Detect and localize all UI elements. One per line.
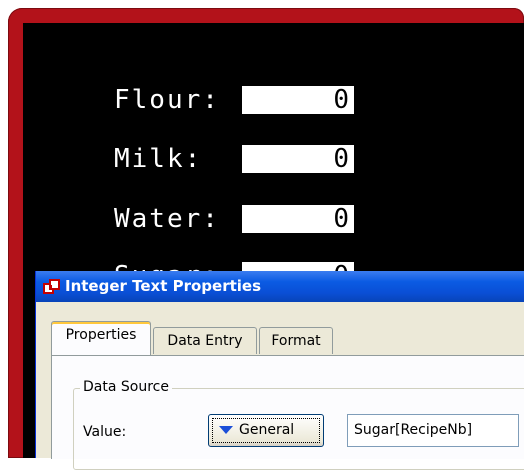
milk-label: Milk: [114,144,203,174]
tab-data-entry[interactable]: Data Entry [153,327,257,354]
source-type-button[interactable]: General [208,414,324,447]
integer-text-properties-icon [43,279,60,294]
water-label: Water: [114,204,220,234]
tab-properties[interactable]: Properties [51,321,151,355]
properties-panel: Data Source Value: General Sugar[RecipeN… [51,355,524,470]
flour-label: Flour: [114,85,220,115]
flour-value-field[interactable]: 0 [242,86,354,114]
water-value-field[interactable]: 0 [242,205,354,233]
integer-text-properties-dialog: Integer Text Properties Properties Data … [35,271,524,470]
data-source-group-title: Data Source [80,378,172,396]
dialog-title: Integer Text Properties [65,277,262,295]
value-label: Value: [83,424,127,440]
dropdown-arrow-icon [219,426,233,434]
tab-format[interactable]: Format [259,327,333,354]
source-type-label: General [239,422,295,438]
dialog-titlebar[interactable]: Integer Text Properties [36,271,524,302]
data-source-value-field[interactable]: Sugar[RecipeNb] [347,414,519,447]
milk-value-field[interactable]: 0 [242,145,354,173]
